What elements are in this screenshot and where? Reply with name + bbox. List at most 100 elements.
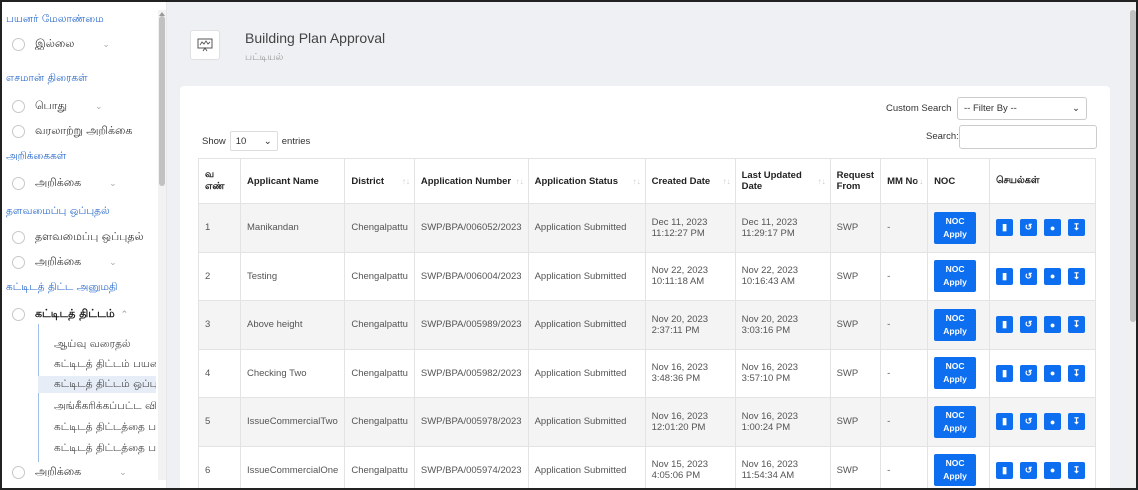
cell-noc: NOC Apply (927, 445, 991, 488)
col-header-district[interactable]: District ↑↓ (344, 158, 415, 204)
cell-district: Chengalpattu (344, 397, 415, 447)
user-icon[interactable]: ● (1044, 267, 1062, 285)
filter-select[interactable]: -- Filter By -- ⌄ (957, 97, 1087, 120)
noc-apply-button[interactable]: NOC Apply (934, 308, 977, 341)
cell-applicant: IssueCommercialTwo (239, 397, 346, 447)
circle-icon (12, 231, 25, 244)
view-icon[interactable]: ▮ (996, 413, 1014, 431)
cell-serial: 4 (198, 348, 241, 398)
circle-icon (12, 100, 25, 113)
download-icon[interactable]: ↧ (1068, 267, 1086, 285)
col-header-status[interactable]: Application Status ↑↓ (527, 158, 646, 204)
chevron-up-icon: ⌃ (120, 309, 129, 320)
download-icon[interactable]: ↧ (1068, 364, 1086, 382)
view-icon[interactable]: ▮ (996, 219, 1014, 237)
table-row: 3 Above height Chengalpattu SWP/BPA/005989/… (198, 300, 1096, 350)
undo-icon[interactable]: ↺ (1020, 316, 1038, 334)
view-icon[interactable]: ▮ (996, 316, 1014, 334)
sidebar-section-reports: அறிக்கைகள் (6, 150, 67, 162)
user-icon[interactable]: ● (1044, 316, 1062, 334)
cell-noc: NOC Apply (927, 203, 991, 253)
sidebar-scrollbar-thumb[interactable] (159, 16, 165, 186)
undo-icon[interactable]: ↺ (1020, 461, 1038, 479)
cell-mm-no: - (880, 348, 929, 398)
page-scrollbar-thumb[interactable] (1130, 10, 1136, 322)
chevron-down-icon: ⌄ (109, 257, 117, 268)
circle-icon (12, 256, 25, 269)
sidebar-item-none[interactable]: இல்லை ⌄ (12, 37, 110, 52)
sort-icon: ↑↓ (722, 177, 731, 186)
col-header-created[interactable]: Created Date ↑↓ (644, 158, 736, 204)
user-icon[interactable]: ● (1044, 364, 1062, 382)
view-icon[interactable]: ▮ (996, 364, 1014, 382)
col-header-app-number[interactable]: Application Number ↑↓ (413, 158, 529, 204)
cell-district: Chengalpattu (344, 300, 415, 350)
sidebar-item-layout-report[interactable]: அறிக்கை ⌄ (12, 255, 117, 270)
cell-district: Chengalpattu (344, 445, 415, 488)
submenu-item-building-plan-a[interactable]: கட்டிடத் திட்டத்தை ப (38, 419, 156, 436)
cell-updated: Nov 16, 2023 11:54:34 AM (734, 445, 831, 488)
cell-applicant: Manikandan (239, 203, 346, 253)
col-header-mm-no[interactable]: MM No ↑↓ (880, 158, 929, 204)
submenu-item-building-plan-approval[interactable]: கட்டிடத் திட்டம் ஒப்பு (38, 376, 156, 393)
submenu-item-building-plan-b[interactable]: கட்டிடத் திட்டத்தை ப (38, 440, 156, 457)
download-icon[interactable]: ↧ (1068, 461, 1086, 479)
submenu-item-building-plan-user[interactable]: கட்டிடத் திட்டம் பயன (38, 356, 156, 373)
scroll-up-arrow-icon[interactable] (159, 12, 165, 16)
cell-status: Application Submitted (527, 397, 646, 447)
col-header-request-from[interactable]: Request From (829, 158, 882, 204)
download-icon[interactable]: ↧ (1068, 316, 1086, 334)
sidebar-item-general[interactable]: பொது ⌄ (12, 99, 103, 114)
submenu-item-drawing-review[interactable]: ஆய்வு வரைதல் (38, 336, 156, 353)
sidebar-item-building-plan[interactable]: கட்டிடத் திட்டம் ⌃ (12, 307, 128, 322)
chevron-down-icon: ⌄ (263, 135, 272, 147)
cell-noc: NOC Apply (927, 251, 991, 301)
cell-app-number: SWP/BPA/005978/2023 (413, 397, 529, 447)
entries-select[interactable]: 10 ⌄ (229, 131, 278, 151)
col-header-applicant[interactable]: Applicant Name (239, 158, 346, 204)
user-icon[interactable]: ● (1044, 219, 1062, 237)
search-input[interactable] (959, 125, 1097, 149)
download-icon[interactable]: ↧ (1068, 413, 1086, 431)
cell-status: Application Submitted (527, 348, 646, 398)
search-label: Search: (926, 131, 959, 142)
cell-mm-no: - (880, 251, 929, 301)
undo-icon[interactable]: ↺ (1020, 267, 1038, 285)
circle-icon (12, 177, 25, 190)
noc-apply-button[interactable]: NOC Apply (934, 357, 977, 390)
view-icon[interactable]: ▮ (996, 461, 1014, 479)
cell-status: Application Submitted (527, 203, 646, 253)
cell-noc: NOC Apply (927, 397, 991, 447)
view-icon[interactable]: ▮ (996, 267, 1014, 285)
download-icon[interactable]: ↧ (1068, 219, 1086, 237)
cell-serial: 3 (198, 300, 241, 350)
cell-mm-no: - (880, 300, 929, 350)
sidebar-item-history-report[interactable]: வரலாற்று அறிக்கை (12, 124, 132, 139)
noc-apply-button[interactable]: NOC Apply (934, 405, 977, 438)
noc-apply-button[interactable]: NOC Apply (934, 211, 977, 244)
col-header-updated[interactable]: Last Updated Date ↑↓ (734, 158, 831, 204)
app-frame: பயனர் மேலாண்மை இல்லை ⌄ எசமான் திரைகள் பொத… (0, 0, 1138, 490)
cell-created: Nov 16, 2023 12:01:20 PM (644, 397, 736, 447)
user-icon[interactable]: ● (1044, 461, 1062, 479)
cell-district: Chengalpattu (344, 203, 415, 253)
cell-updated: Nov 16, 2023 3:57:10 PM (734, 348, 831, 398)
user-icon[interactable]: ● (1044, 413, 1062, 431)
col-header-serial[interactable]: வ எண் (198, 158, 241, 204)
sort-icon: ↑↓ (401, 177, 410, 186)
cell-app-number: SWP/BPA/005989/2023 (413, 300, 529, 350)
noc-apply-button[interactable]: NOC Apply (934, 260, 977, 293)
undo-icon[interactable]: ↺ (1020, 364, 1038, 382)
sidebar-item-report[interactable]: அறிக்கை ⌄ (12, 176, 117, 191)
cell-status: Application Submitted (527, 445, 646, 488)
noc-apply-button[interactable]: NOC Apply (934, 454, 977, 487)
sidebar-section-building-plan-permission: கட்டிடத் திட்ட அனுமதி (6, 281, 118, 293)
sort-icon: ↑↓ (817, 177, 826, 186)
cell-request-from: SWP (829, 300, 882, 350)
submenu-item-approved[interactable]: அங்கீகரிக்கப்பட்ட வி (38, 398, 156, 415)
undo-icon[interactable]: ↺ (1020, 219, 1038, 237)
undo-icon[interactable]: ↺ (1020, 413, 1038, 431)
cell-actions: ▮ ↺ ● ↧ (989, 445, 1096, 488)
sidebar-item-report-last[interactable]: அறிக்கை ⌄ (12, 465, 127, 480)
sidebar-item-layout-approval[interactable]: தளவமைப்பு ஒப்புதல் (12, 230, 144, 245)
